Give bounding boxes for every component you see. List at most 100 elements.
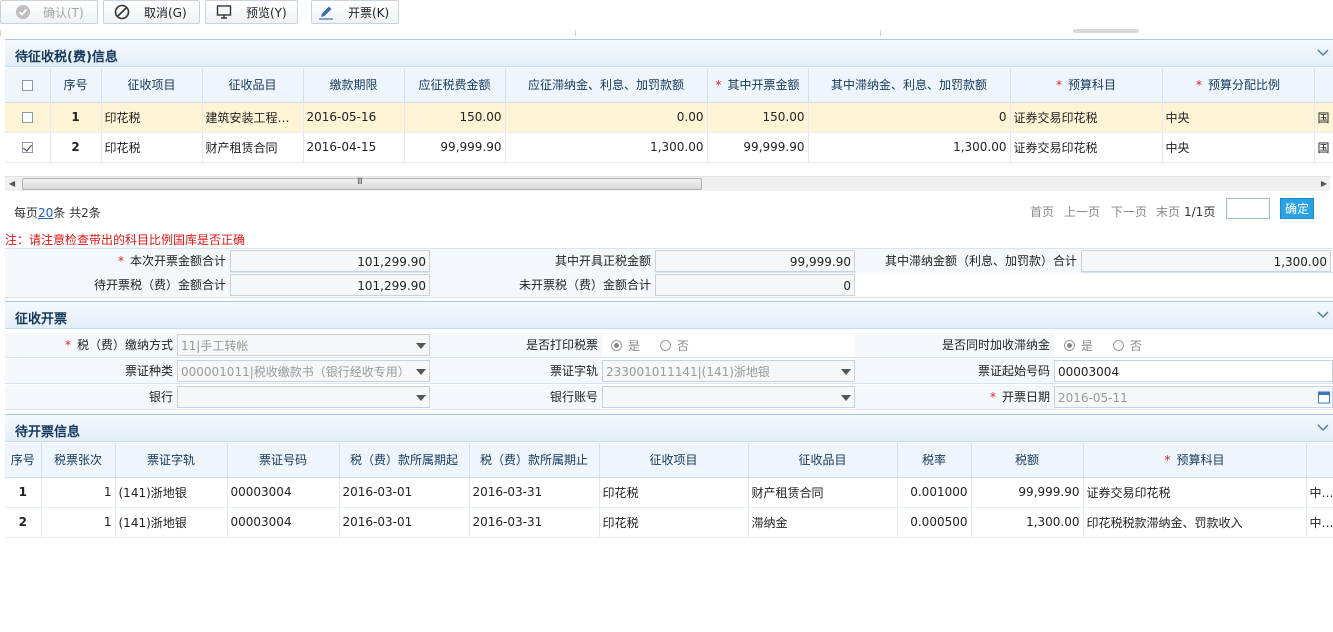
preview-button[interactable]: 预览(Y) (205, 0, 298, 24)
cell-invoice-amount[interactable]: 150.00 (707, 102, 809, 133)
prev-page-link[interactable]: 上一页 (1064, 203, 1100, 220)
column-header[interactable]: 税（费）款所属期止 (469, 443, 600, 478)
invoice-label: 开票(K) (348, 5, 390, 20)
cancel-button[interactable]: 取消(G) (103, 0, 200, 24)
cell-invoice-amount[interactable]: 99,999.90 (707, 132, 809, 163)
column-header[interactable]: 税额 (971, 443, 1084, 478)
confirm-button[interactable]: 确认(T) (0, 0, 98, 24)
column-header[interactable]: 缴款期限 (303, 68, 405, 103)
row-checkbox[interactable] (21, 112, 33, 123)
cell-budget[interactable]: 证券交易印花税 (1010, 102, 1163, 133)
label-text: 税（费）缴纳方式 (76, 338, 173, 352)
cell-ratio[interactable]: 中央 (1162, 102, 1315, 133)
table-row[interactable]: 1 印花税 建筑安装工程承... 2016-05-16 150.00 0.00 … (5, 102, 1333, 133)
cell-tax: 99,999.90 (971, 477, 1084, 508)
next-page-link[interactable]: 下一页 (1111, 203, 1147, 220)
radio-yes[interactable] (1064, 340, 1075, 351)
cell-budget[interactable]: 证券交易印花税 (1010, 132, 1163, 163)
column-header[interactable]: 应征税费金额 (404, 68, 506, 103)
ticket-track-select[interactable]: 233001011141|(141)浙地银 (602, 360, 855, 382)
page-number-input[interactable] (1226, 198, 1270, 219)
cell-amount: 99,999.90 (404, 132, 506, 163)
tax-total-field: 99,999.90 (655, 250, 855, 272)
column-header[interactable]: 应征滞纳金、利息、加罚款额 (505, 68, 708, 103)
table-row[interactable]: 1 1 (141)浙地银 00003004 2016-03-01 2016-03… (5, 477, 1333, 508)
page-size-link[interactable]: 20 (38, 206, 53, 220)
invoice-date-label: * 开票日期 (855, 385, 1054, 409)
cell-track: (141)浙地银 (115, 477, 228, 508)
scrollbar-grip: III (357, 177, 363, 187)
chevron-down-icon[interactable] (1317, 421, 1329, 433)
check-circle-icon (15, 4, 31, 20)
select-all-header[interactable] (5, 68, 51, 103)
scroll-left-icon[interactable]: ◀ (9, 179, 15, 188)
cell-period-to: 2016-03-31 (469, 477, 600, 508)
todo-header[interactable]: 待开票信息 (5, 414, 1333, 442)
row-checkbox[interactable] (21, 142, 33, 153)
column-header[interactable]: 税（费）款所属期起 (339, 443, 470, 478)
invoice-date-field[interactable]: 2016-05-11 (1054, 386, 1333, 408)
column-header[interactable]: 征收项目 (101, 68, 203, 103)
cell-late-in-invoice[interactable]: 0 (808, 102, 1011, 133)
column-header[interactable]: * 预算分配比例 (1162, 68, 1315, 103)
column-header-label: 预算科目 (1067, 78, 1116, 93)
select-all-checkbox[interactable] (21, 79, 33, 91)
print-ticket-label: 是否打印税票 (430, 333, 602, 357)
column-header[interactable]: 序号 (50, 68, 102, 103)
column-header[interactable]: 征收项目 (599, 443, 749, 478)
row-checkbox-cell[interactable] (5, 132, 51, 163)
calendar-icon[interactable] (1318, 390, 1330, 404)
column-header[interactable]: * 预算科目 (1010, 68, 1163, 103)
issue-header[interactable]: 征收开票 (5, 301, 1333, 329)
table-row[interactable]: 2 1 (141)浙地银 00003004 2016-03-01 2016-03… (5, 507, 1333, 538)
cell-late-in-invoice[interactable]: 1,300.00 (808, 132, 1011, 163)
pay-method-select[interactable]: 11|手工转帐 (177, 334, 430, 356)
cell-rate: 0.000500 (897, 507, 972, 538)
print-ticket-radio-group: 是 否 (611, 337, 705, 354)
pending-total-field: 101,299.90 (230, 274, 430, 296)
start-number-field[interactable]: 00003004 (1054, 360, 1333, 382)
chevron-down-icon[interactable] (416, 369, 426, 375)
column-header[interactable]: 征收品目 (202, 68, 304, 103)
last-page-link[interactable]: 末页 (1156, 203, 1180, 220)
row-checkbox-cell[interactable] (5, 102, 51, 133)
bank-select[interactable] (177, 386, 430, 408)
column-header[interactable]: 其中滞纳金、利息、加罚款额 (808, 68, 1011, 103)
scrollbar-thumb[interactable] (22, 178, 702, 190)
warning-note: 注：请注意检查带出的科目比例国库是否正确 (5, 233, 246, 247)
column-header[interactable]: 票证字轨 (115, 443, 228, 478)
column-header[interactable]: * 其中开票金额 (707, 68, 809, 103)
column-header[interactable]: 序号 (5, 443, 42, 478)
unissued-total-label: 未开票税（费）金额合计 (430, 273, 655, 297)
bank-account-select[interactable] (602, 386, 855, 408)
scroll-right-icon[interactable]: ▶ (1321, 179, 1327, 188)
column-header[interactable]: 票证号码 (227, 443, 340, 478)
invoice-button[interactable]: 开票(K) (311, 0, 399, 24)
chevron-down-icon[interactable] (841, 395, 851, 401)
horizontal-scrollbar[interactable]: ◀ III ▶ (5, 176, 1330, 191)
late-total-field: 1,300.00 (1081, 250, 1331, 272)
column-header[interactable]: 税票张次 (41, 443, 116, 478)
column-header[interactable]: * 预算科目 (1083, 443, 1307, 478)
column-header[interactable]: 税率 (897, 443, 972, 478)
chevron-down-icon[interactable] (1317, 308, 1329, 320)
pending-tax-header[interactable]: 待征收税(费)信息 (5, 39, 1333, 67)
column-header[interactable]: 征收品目 (748, 443, 898, 478)
ticket-track-label: 票证字轨 (430, 359, 602, 383)
table-row[interactable]: 2 印花税 财产租赁合同 2016-04-15 99,999.90 1,300.… (5, 132, 1333, 163)
go-page-button[interactable]: 确定 (1280, 198, 1314, 219)
radio-no[interactable] (1112, 340, 1124, 351)
cell-item: 印花税 (101, 132, 203, 163)
ticket-type-select[interactable]: 000001011|税收缴款书（银行经收专用） (177, 360, 430, 382)
pending-tax-table: 序号 征收项目 征收品目 缴款期限 应征税费金额 应征滞纳金、利息、加罚款额 *… (5, 68, 1333, 163)
section-title: 征收开票 (15, 312, 68, 327)
chevron-down-icon[interactable] (416, 343, 426, 349)
radio-yes[interactable] (611, 340, 622, 351)
radio-no[interactable] (659, 340, 671, 351)
unissued-total-field: 0 (655, 274, 855, 296)
chevron-down-icon[interactable] (416, 395, 426, 401)
chevron-down-icon[interactable] (841, 369, 851, 375)
chevron-down-icon[interactable] (1317, 46, 1329, 58)
cell-ratio[interactable]: 中央 (1162, 132, 1315, 163)
first-page-link[interactable]: 首页 (1030, 203, 1054, 220)
